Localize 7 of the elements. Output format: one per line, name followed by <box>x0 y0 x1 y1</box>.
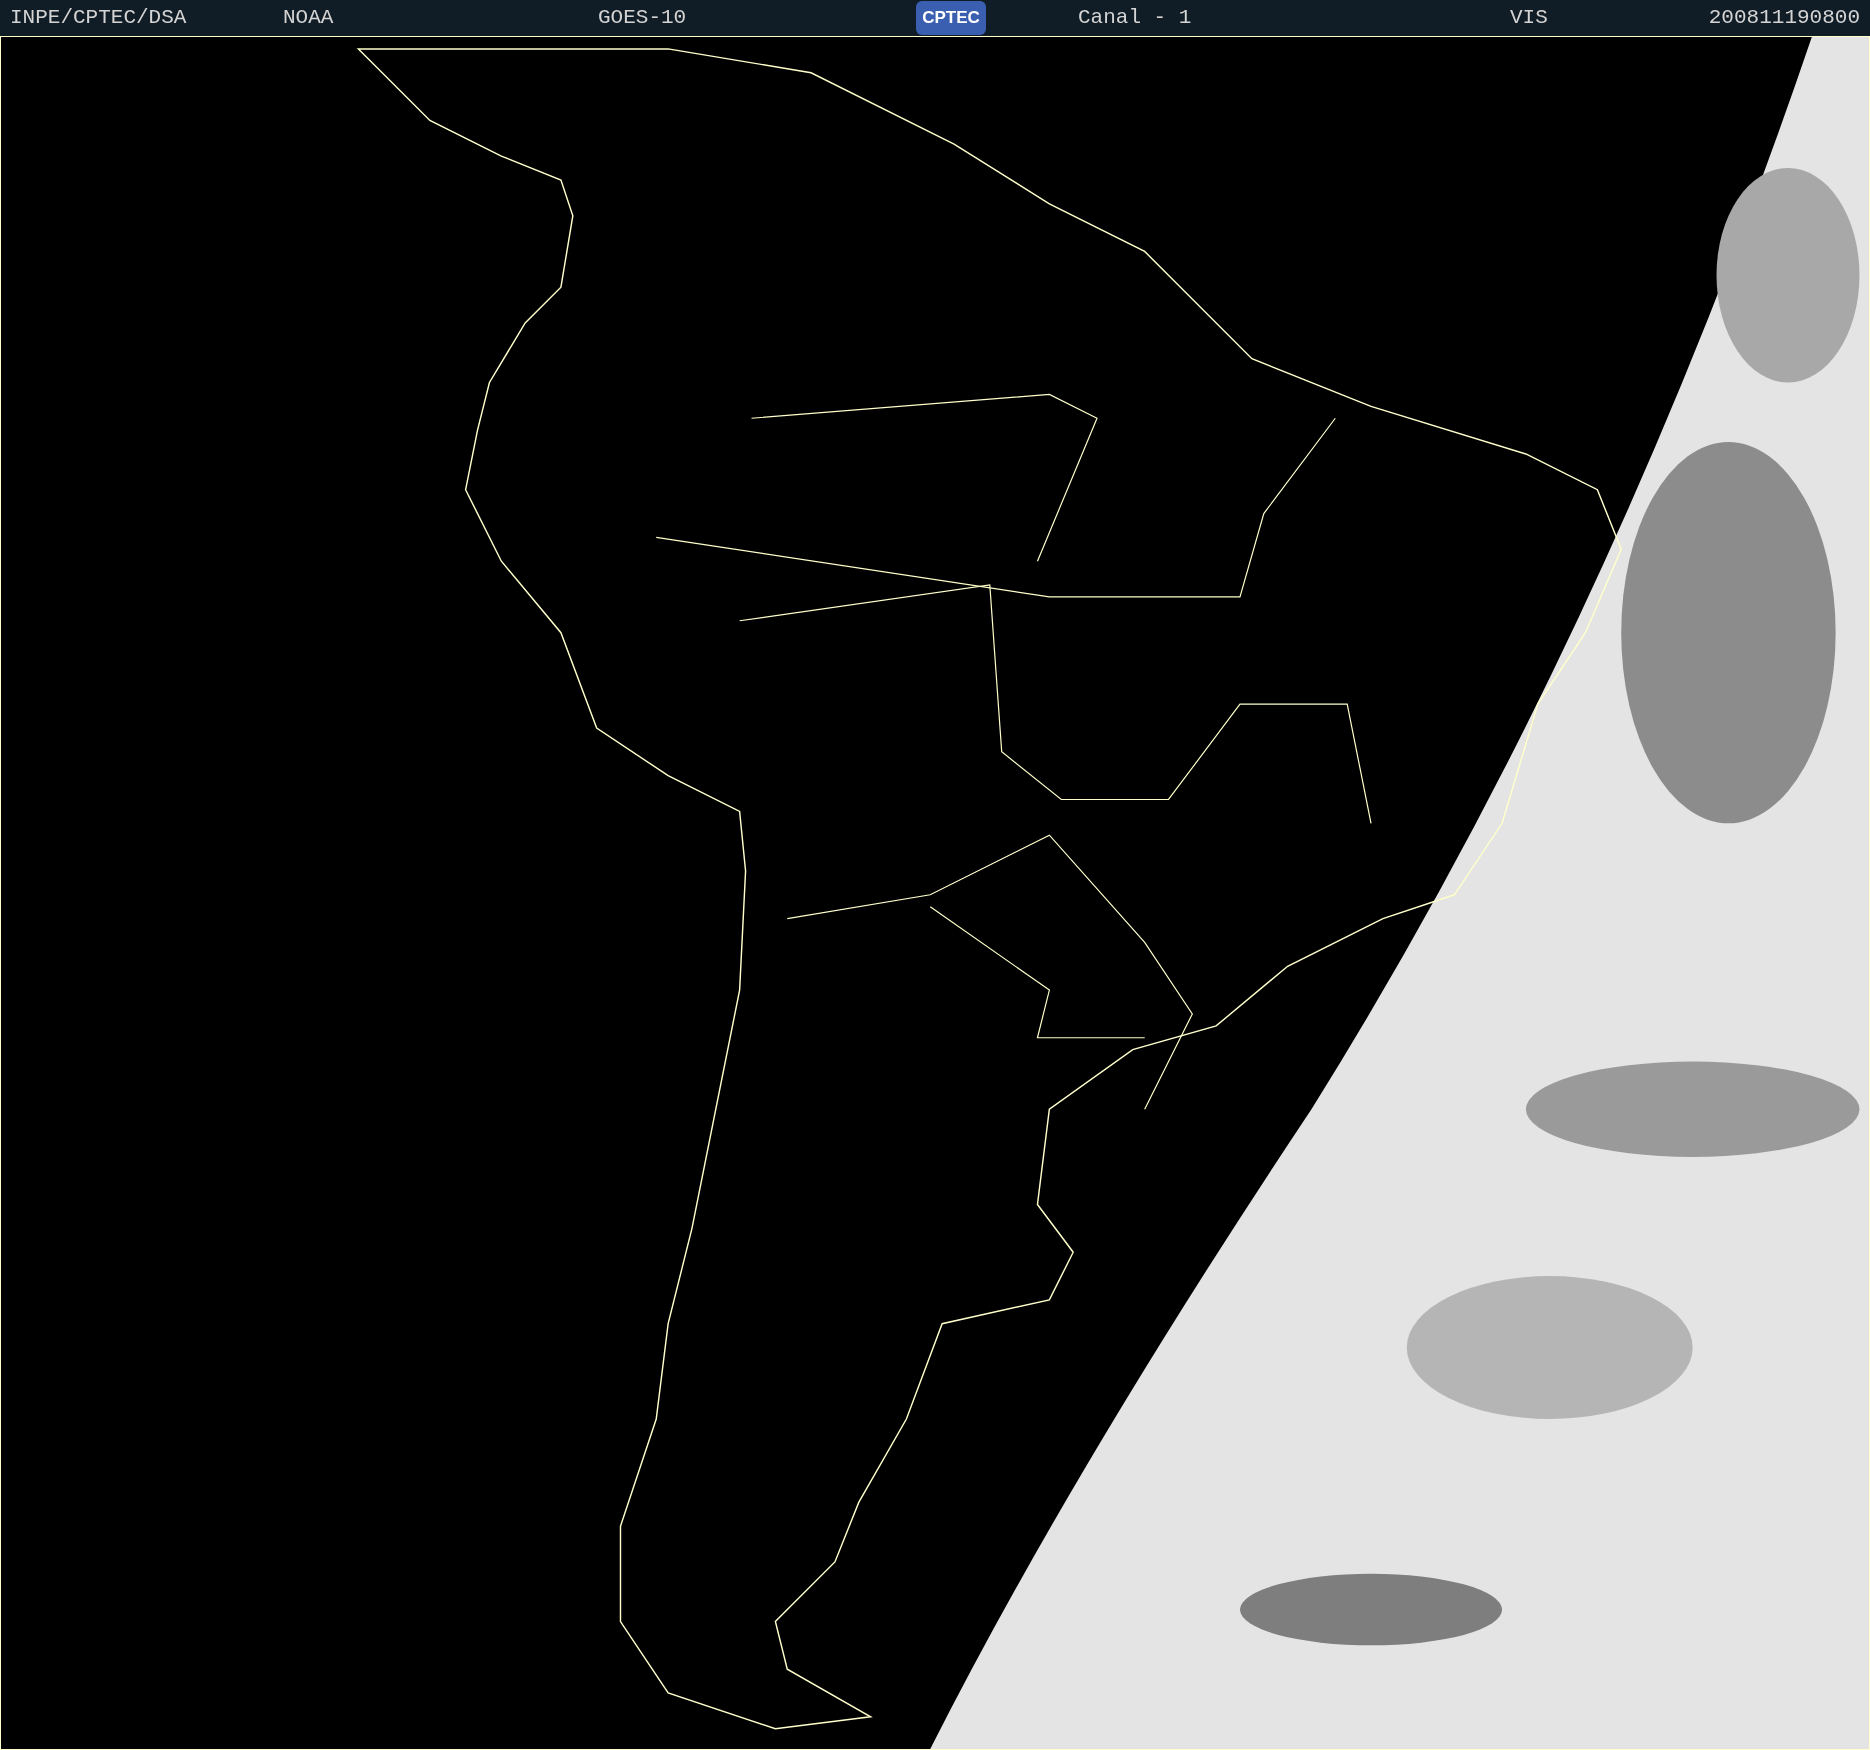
channel-label: Canal - 1 <box>1078 5 1193 32</box>
timestamp-label: 200811190800 <box>1708 5 1861 32</box>
band-label: VIS <box>1510 5 1548 32</box>
source-label: INPE/CPTEC/DSA <box>10 5 188 32</box>
cptec-logo: CPTEC <box>916 1 986 35</box>
satellite-label: GOES-10 <box>598 5 688 32</box>
agency-label: NOAA <box>283 5 335 32</box>
